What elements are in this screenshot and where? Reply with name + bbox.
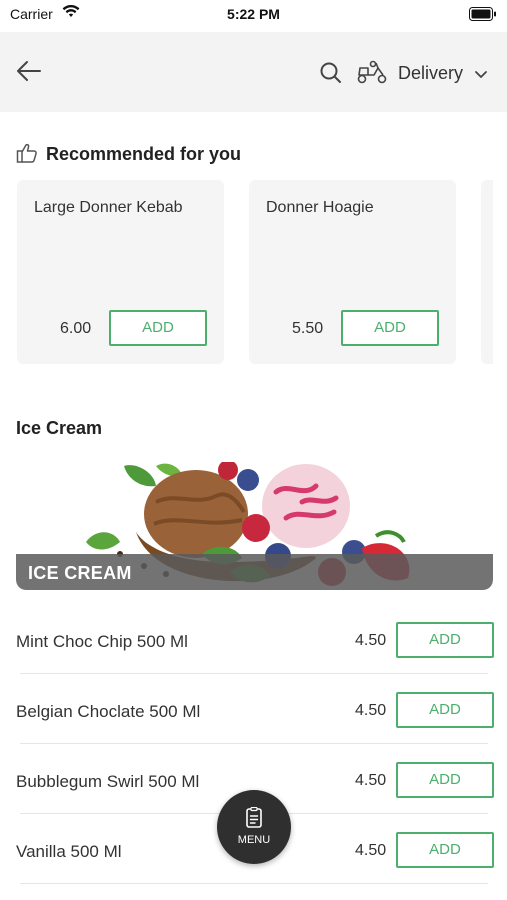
add-button[interactable]: ADD: [396, 622, 494, 658]
recommended-card-partial[interactable]: [481, 180, 493, 364]
recommended-item-price: 6.00: [60, 320, 92, 337]
recommended-item-name: Donner Hoagie: [266, 199, 374, 216]
add-button[interactable]: ADD: [396, 692, 494, 728]
top-navigation-bar: Delivery: [0, 32, 507, 112]
add-button[interactable]: ADD: [109, 310, 207, 346]
menu-item-price: 4.50: [355, 772, 387, 789]
search-icon[interactable]: [318, 60, 344, 86]
category-banner-image: ICE CREAM: [16, 462, 493, 590]
menu-icon: [245, 806, 263, 829]
status-bar: Carrier 5:22 PM: [0, 0, 507, 32]
menu-item-name: Vanilla 500 Ml: [16, 842, 122, 861]
menu-item-row[interactable]: Mint Choc Chip 500 Ml 4.50 ADD: [0, 604, 507, 674]
menu-item-price: 4.50: [355, 632, 387, 649]
add-button[interactable]: ADD: [396, 832, 494, 868]
recommended-card[interactable]: Donner Hoagie 5.50 ADD: [249, 180, 456, 364]
chevron-down-icon[interactable]: [474, 67, 488, 79]
divider: [20, 883, 488, 884]
recommended-item-name: Large Donner Kebab: [34, 199, 183, 216]
recommended-card[interactable]: Large Donner Kebab 6.00 ADD: [17, 180, 224, 364]
menu-item-row[interactable]: Belgian Choclate 500 Ml 4.50 ADD: [0, 674, 507, 744]
menu-label: MENU: [237, 834, 271, 846]
menu-item-name: Belgian Choclate 500 Ml: [16, 702, 201, 721]
delivery-mode-label[interactable]: Delivery: [398, 63, 463, 84]
menu-floating-button[interactable]: MENU: [217, 790, 291, 864]
scooter-icon[interactable]: [356, 59, 388, 85]
menu-item-price: 4.50: [355, 842, 387, 859]
recommended-title: Recommended for you: [46, 144, 242, 164]
thumbs-up-icon: [16, 142, 38, 164]
back-arrow-icon[interactable]: [14, 56, 44, 86]
recommended-item-price: 5.50: [292, 320, 324, 337]
category-banner-label: ICE CREAM: [28, 563, 132, 583]
category-title: Ice Cream: [16, 418, 103, 438]
clock-label: 5:22 PM: [227, 6, 280, 22]
add-button[interactable]: ADD: [396, 762, 494, 798]
menu-item-price: 4.50: [355, 702, 387, 719]
add-button[interactable]: ADD: [341, 310, 439, 346]
category-banner-caption-bar: ICE CREAM: [16, 554, 493, 590]
menu-item-name: Mint Choc Chip 500 Ml: [16, 632, 188, 651]
menu-item-name: Bubblegum Swirl 500 Ml: [16, 772, 200, 791]
battery-icon: [469, 7, 497, 26]
